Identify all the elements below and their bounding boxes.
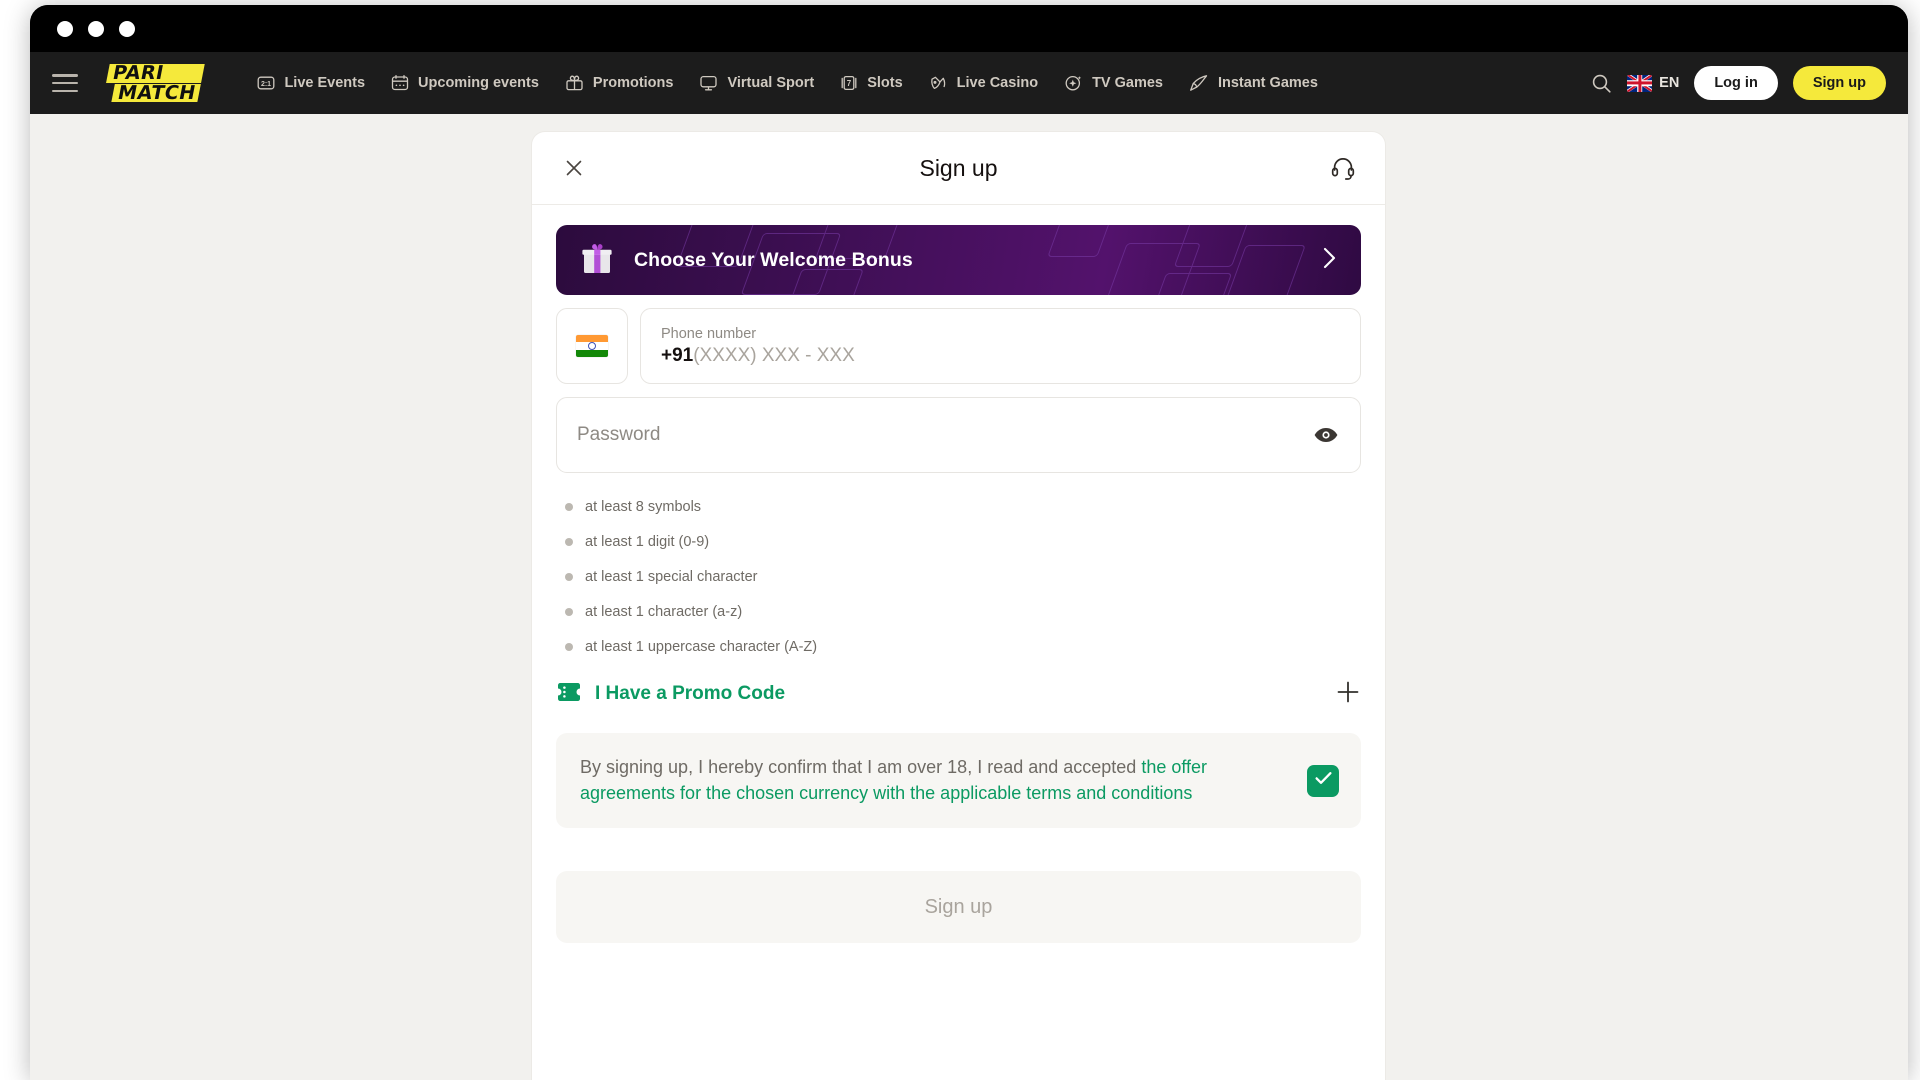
signup-button-header[interactable]: Sign up [1793, 66, 1886, 100]
page-body: Sign up [30, 114, 1908, 1080]
language-code: EN [1659, 75, 1679, 91]
monitor-icon [699, 74, 718, 92]
calendar-icon [391, 74, 409, 92]
list-item: at least 1 digit (0-9) [565, 524, 1361, 559]
list-item: at least 8 symbols [565, 489, 1361, 524]
chevron-right-icon [1321, 246, 1337, 275]
cards-icon [929, 74, 948, 92]
modal-header: Sign up [532, 132, 1385, 205]
requirement-text: at least 1 digit (0-9) [585, 534, 709, 550]
header-actions: EN Log in Sign up [1591, 66, 1908, 100]
nav-label: Promotions [593, 75, 674, 91]
promo-code-label: I Have a Promo Code [595, 683, 785, 705]
phone-input[interactable]: Phone number +91(XXXX) XXX - XXX [640, 308, 1361, 384]
password-requirements: at least 8 symbols at least 1 digit (0-9… [556, 489, 1361, 664]
promo-code-toggle[interactable]: I Have a Promo Code [556, 674, 1361, 714]
list-item: at least 1 uppercase character (A-Z) [565, 629, 1361, 664]
signup-modal: Sign up [531, 131, 1386, 1080]
logo-line-1: PARI [106, 64, 205, 83]
bullet-icon [565, 573, 573, 581]
nav-item-tv-games[interactable]: TV Games [1064, 74, 1163, 92]
slot-machine-icon: 7 [840, 74, 858, 92]
main-nav: 2:1 Live Events [257, 74, 1317, 92]
parimatch-logo[interactable]: PARI MATCH [102, 64, 205, 102]
ticket-icon [556, 681, 582, 708]
phone-value: +91(XXXX) XXX - XXX [661, 345, 1340, 367]
requirement-text: at least 1 character (a-z) [585, 604, 742, 620]
bullet-icon [565, 643, 573, 651]
phone-row: Phone number +91(XXXX) XXX - XXX [556, 308, 1361, 384]
password-placeholder: Password [577, 424, 660, 446]
uk-flag-icon [1627, 75, 1652, 92]
close-dot[interactable] [57, 21, 73, 37]
sparkle-icon [1064, 74, 1083, 92]
terms-text-plain: By signing up, I hereby confirm that I a… [580, 757, 1141, 777]
nav-label: Live Casino [957, 75, 1038, 91]
nav-item-promotions[interactable]: Promotions [565, 74, 674, 92]
requirement-text: at least 1 uppercase character (A-Z) [585, 639, 817, 655]
gift-icon [565, 74, 584, 92]
checkmark-icon [1314, 770, 1333, 791]
requirement-text: at least 8 symbols [585, 499, 701, 515]
nav-label: Upcoming events [418, 75, 539, 91]
live-events-icon: 2:1 [257, 74, 275, 92]
hamburger-icon[interactable] [52, 74, 78, 92]
nav-label: Slots [867, 75, 902, 91]
logo-line-2: MATCH [111, 84, 201, 103]
nav-label: Live Events [284, 75, 365, 91]
nav-label: Instant Games [1218, 75, 1318, 91]
bullet-icon [565, 503, 573, 511]
list-item: at least 1 character (a-z) [565, 594, 1361, 629]
rocket-icon [1189, 74, 1209, 92]
screen: PARI MATCH 2:1 Live Events [0, 0, 1920, 1080]
terms-checkbox[interactable] [1307, 765, 1339, 797]
plus-icon[interactable] [1335, 679, 1361, 710]
svg-text:2:1: 2:1 [261, 81, 271, 88]
minimize-dot[interactable] [88, 21, 104, 37]
nav-label: TV Games [1092, 75, 1163, 91]
country-selector[interactable] [556, 308, 628, 384]
headset-support-icon[interactable] [1325, 150, 1361, 186]
browser-window: PARI MATCH 2:1 Live Events [30, 5, 1908, 1080]
phone-dial-code: +91 [661, 345, 693, 366]
nav-item-instant-games[interactable]: Instant Games [1189, 74, 1318, 92]
nav-item-upcoming-events[interactable]: Upcoming events [391, 74, 539, 92]
nav-item-live-casino[interactable]: Live Casino [929, 74, 1038, 92]
phone-placeholder: (XXXX) XXX - XXX [693, 345, 855, 366]
gift-box-icon [580, 240, 614, 281]
nav-item-virtual-sport[interactable]: Virtual Sport [699, 74, 814, 92]
window-titlebar [30, 5, 1908, 52]
language-selector[interactable]: EN [1627, 75, 1679, 92]
nav-label: Virtual Sport [727, 75, 814, 91]
submit-signup-button[interactable]: Sign up [556, 871, 1361, 943]
bullet-icon [565, 538, 573, 546]
search-icon[interactable] [1591, 73, 1612, 94]
submit-section: Sign up [532, 871, 1385, 943]
login-button[interactable]: Log in [1694, 66, 1778, 100]
svg-text:7: 7 [847, 79, 852, 88]
india-flag-icon [576, 335, 608, 357]
page-title: Sign up [532, 155, 1385, 182]
welcome-bonus-banner[interactable]: Choose Your Welcome Bonus [556, 225, 1361, 295]
nav-item-live-events[interactable]: 2:1 Live Events [257, 74, 365, 92]
site-header: PARI MATCH 2:1 Live Events [30, 52, 1908, 114]
requirement-text: at least 1 special character [585, 569, 757, 585]
phone-label: Phone number [661, 326, 1340, 342]
list-item: at least 1 special character [565, 559, 1361, 594]
modal-body: Choose Your Welcome Bonus [532, 205, 1385, 828]
bonus-banner-label: Choose Your Welcome Bonus [634, 249, 913, 272]
terms-agreement: By signing up, I hereby confirm that I a… [556, 733, 1361, 828]
bullet-icon [565, 608, 573, 616]
close-icon[interactable] [556, 150, 592, 186]
eye-icon[interactable] [1310, 419, 1342, 451]
terms-text: By signing up, I hereby confirm that I a… [580, 755, 1289, 806]
nav-item-slots[interactable]: 7 Slots [840, 74, 902, 92]
maximize-dot[interactable] [119, 21, 135, 37]
password-input[interactable]: Password [556, 397, 1361, 473]
